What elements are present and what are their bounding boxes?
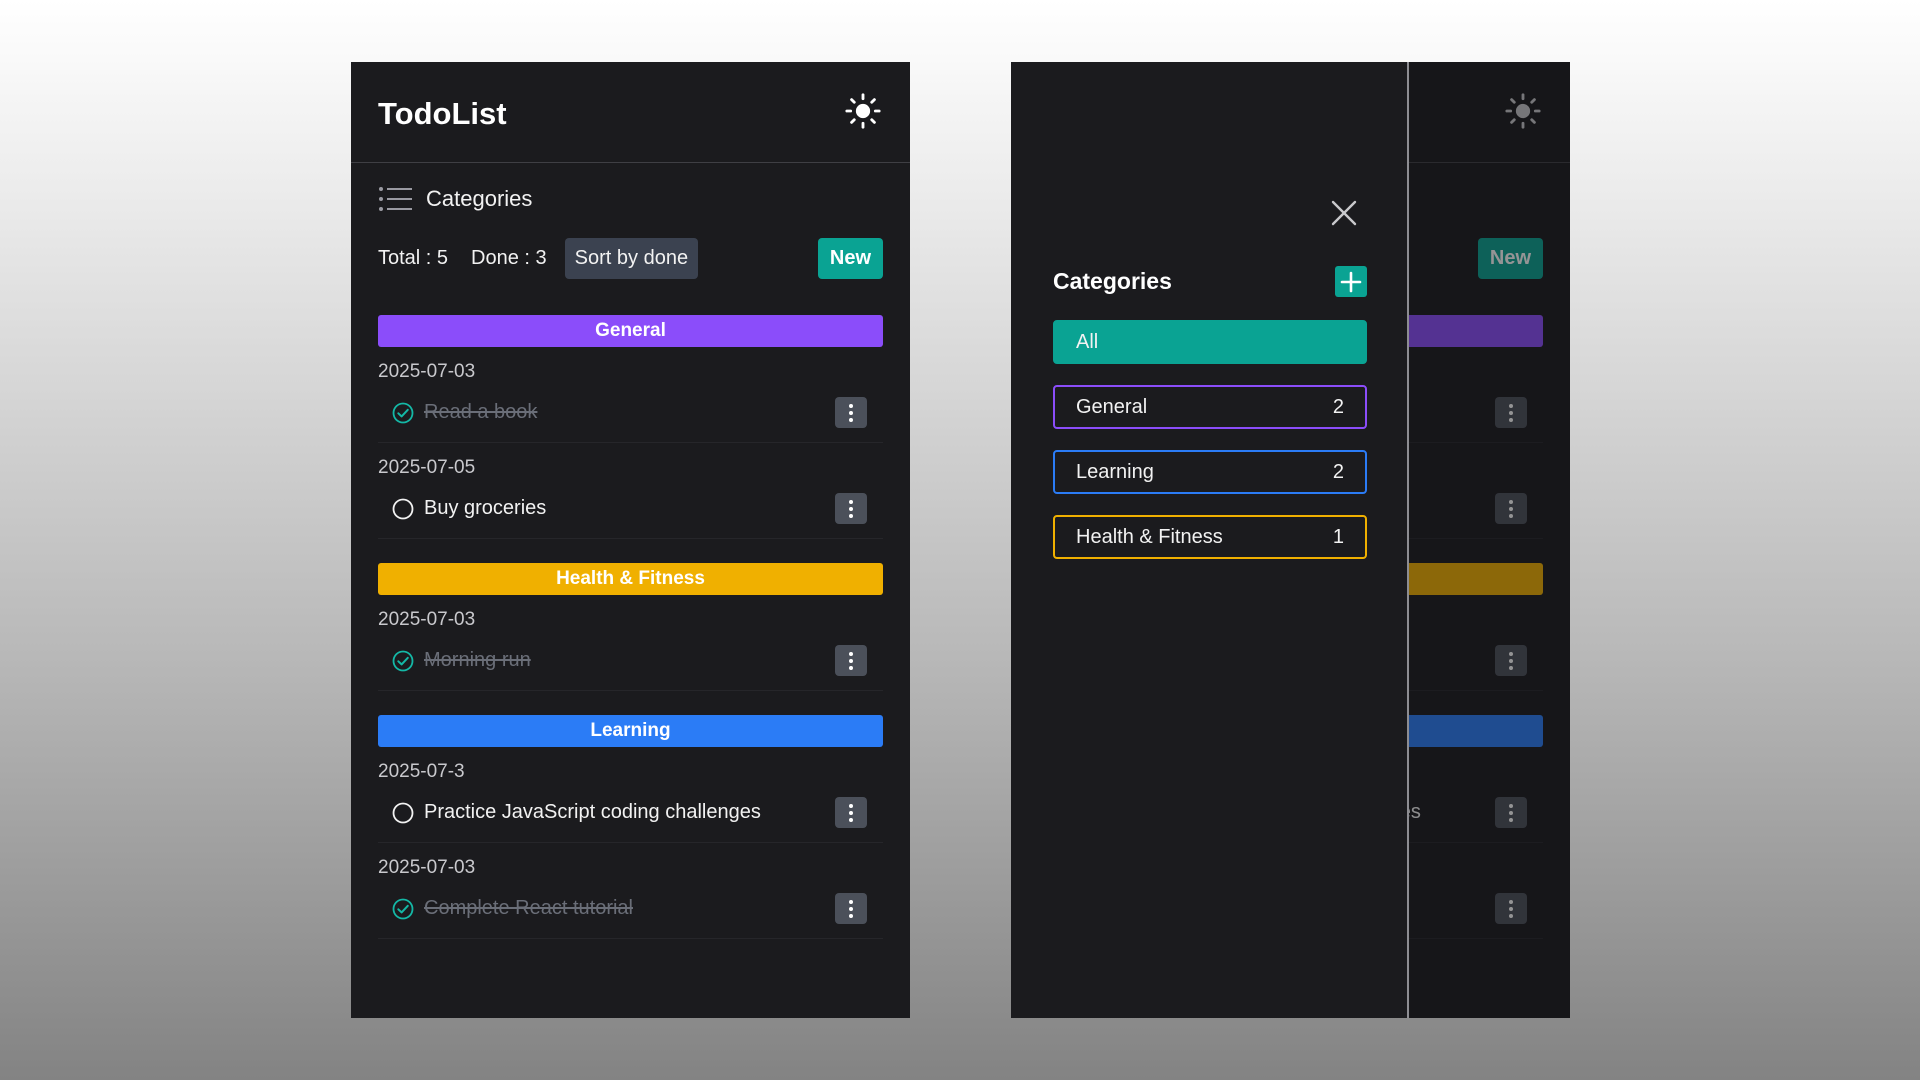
todo-date: 2025-07-03 (378, 361, 476, 382)
category-item[interactable]: General 2 (1053, 385, 1367, 429)
categories-drawer: Categories All General 2 Learning 2 Health & … (1011, 62, 1409, 1018)
drawer-title: Categories (1053, 268, 1172, 294)
stats-bar: Total : 5 Done : 3 Sort by done New (351, 235, 910, 281)
checked-circle-icon[interactable] (392, 898, 414, 920)
close-icon[interactable] (1329, 198, 1359, 228)
sort-by-done-button[interactable]: Sort by done (564, 237, 699, 279)
dot (849, 651, 853, 656)
dot (849, 810, 853, 815)
done-count: Done : 3 (471, 246, 547, 269)
more-options-button[interactable] (835, 493, 867, 524)
todo-text: Read a book (424, 401, 538, 423)
group-header: Health & Fitness (378, 563, 883, 595)
todo-group: Health & Fitness 2025-07-03 Morning run (378, 563, 883, 691)
total-count: Total : 5 (378, 246, 449, 269)
dot (849, 499, 853, 504)
dot (849, 899, 853, 904)
categories-toggle[interactable]: Categories (351, 163, 910, 235)
unchecked-circle-icon[interactable] (392, 498, 414, 520)
todo-date: 2025-07-03 (378, 609, 476, 630)
app-header: TodoList (351, 62, 910, 163)
todo-item: Buy groceries (378, 479, 883, 539)
todo-date: 2025-07-05 (378, 457, 476, 478)
add-category-button[interactable] (1335, 266, 1367, 297)
dot (849, 803, 853, 808)
dot (849, 658, 853, 663)
sun-icon[interactable] (844, 92, 882, 130)
group-header: General (378, 315, 883, 347)
category-count: 1 (1332, 525, 1344, 548)
dot (849, 665, 853, 670)
categories-toggle-label: Categories (426, 186, 533, 211)
checked-circle-icon[interactable] (392, 650, 414, 672)
todo-item: Morning run (378, 631, 883, 691)
category-count: 2 (1332, 460, 1344, 483)
todo-groups: General 2025-07-03 Read a book 2025-07-05 Bu… (351, 315, 910, 939)
category-label: Learning (1076, 460, 1154, 483)
todo-group: General 2025-07-03 Read a book 2025-07-05 Bu… (378, 315, 883, 539)
drawer-header: Categories (1053, 266, 1367, 297)
category-item[interactable]: All (1053, 320, 1367, 364)
more-options-button[interactable] (835, 645, 867, 676)
dot (849, 817, 853, 822)
more-options-button[interactable] (835, 797, 867, 828)
dot (849, 417, 853, 422)
dot (849, 906, 853, 911)
dot (849, 913, 853, 918)
dot (849, 506, 853, 511)
dot (849, 513, 853, 518)
todo-date: 2025-07-3 (378, 761, 465, 782)
todo-item: Practice JavaScript coding challenges (378, 783, 883, 843)
new-todo-button[interactable]: New (817, 237, 883, 279)
todo-group: Learning 2025-07-3 Practice JavaScript cod… (378, 715, 883, 939)
todo-item: Complete React tutorial (378, 879, 883, 939)
category-label: Health & Fitness (1076, 525, 1223, 548)
todo-text: Buy groceries (424, 497, 547, 519)
more-options-button[interactable] (835, 397, 867, 428)
todo-text: Morning run (424, 649, 531, 671)
category-item[interactable]: Health & Fitness 1 (1053, 515, 1367, 559)
todo-text: Practice JavaScript coding challenges (424, 801, 761, 823)
dot (849, 403, 853, 408)
more-options-button[interactable] (835, 893, 867, 924)
group-header: Learning (378, 715, 883, 747)
todo-text: Complete React tutorial (424, 897, 633, 919)
phone-main-view: TodoList Categories Total : 5 Done : 3 S… (351, 62, 910, 1018)
todo-item: Read a book (378, 383, 883, 443)
category-label: General (1076, 395, 1148, 418)
todo-date: 2025-07-03 (378, 857, 476, 878)
list-icon (379, 187, 412, 211)
dot (849, 410, 853, 415)
app-title: TodoList (378, 96, 507, 131)
checked-circle-icon[interactable] (392, 402, 414, 424)
plus-icon (1340, 271, 1362, 292)
category-list: All General 2 Learning 2 Health & Fitness 1 (1053, 320, 1367, 580)
category-item[interactable]: Learning 2 (1053, 450, 1367, 494)
category-count: 2 (1332, 395, 1344, 418)
unchecked-circle-icon[interactable] (392, 802, 414, 824)
category-label: All (1076, 330, 1099, 353)
phone-drawer-view: TodoList Categories Total : 5 Done : 3 S… (1011, 62, 1570, 1018)
